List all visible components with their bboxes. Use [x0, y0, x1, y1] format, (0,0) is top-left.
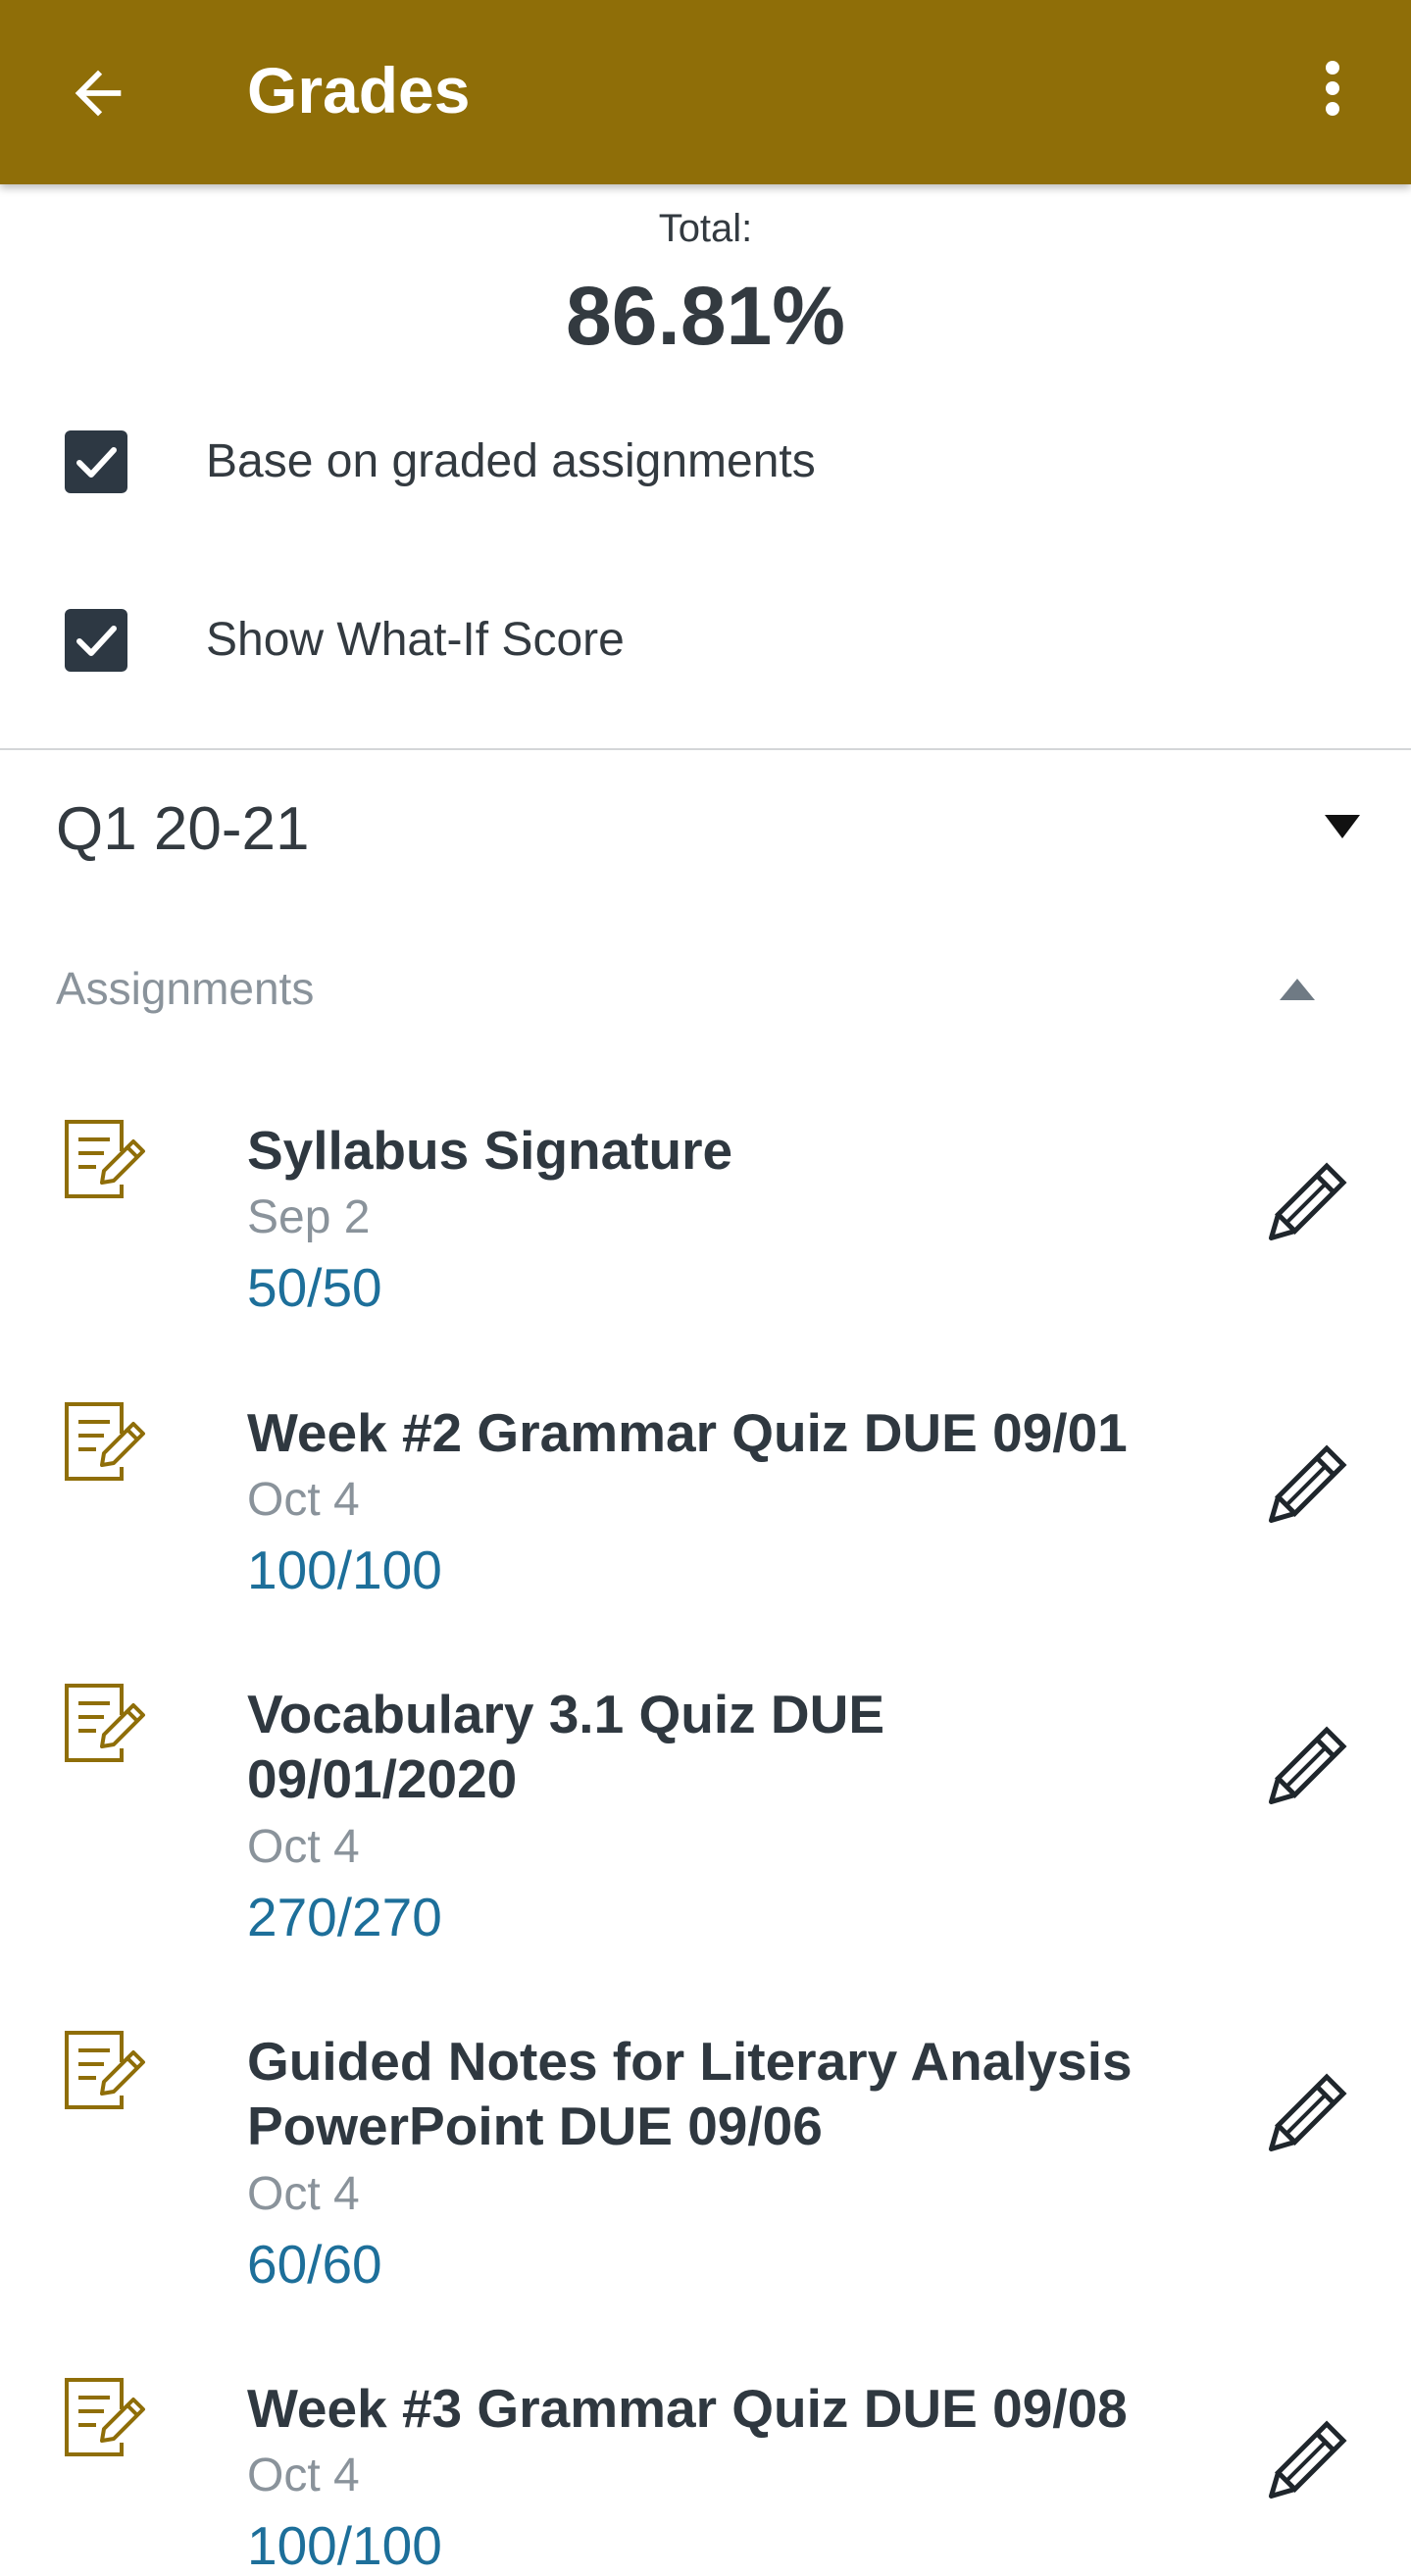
edit-score-button[interactable]: [1254, 2415, 1352, 2513]
pencil-icon: [1268, 1444, 1347, 1524]
assignment-title: Syllabus Signature: [247, 1120, 733, 1181]
pencil-icon: [1268, 2420, 1347, 2500]
assignment-title: Vocabulary 3.1 Quiz DUE 09/01/2020: [247, 1684, 885, 1809]
pencil-icon: [1268, 1726, 1347, 1805]
check-icon: [76, 447, 117, 478]
more-options-button[interactable]: [1284, 44, 1382, 142]
more-vert-icon: [1326, 61, 1339, 116]
assignment-date: Oct 4: [247, 2168, 360, 2220]
checkbox-checked[interactable]: [65, 609, 127, 672]
assignment-score: 100/100: [247, 1540, 442, 1600]
assignment-title: Guided Notes for Literary Analysis Power…: [247, 2031, 1133, 2156]
assignment-doc-icon: [61, 2027, 151, 2117]
assignments-section-header[interactable]: Assignments: [0, 951, 1411, 1030]
assignment-date: Oct 4: [247, 1474, 360, 1526]
page-title: Grades: [247, 54, 471, 126]
edit-score-button[interactable]: [1254, 1157, 1352, 1255]
checkbox-checked[interactable]: [65, 430, 127, 493]
document-edit-icon: [65, 1402, 145, 1481]
assignment-title: Week #3 Grammar Quiz DUE 09/08: [247, 2378, 1128, 2439]
assignment-doc-icon: [61, 1398, 151, 1489]
divider: [0, 748, 1411, 750]
assignment-item[interactable]: Week #3 Grammar Quiz DUE 09/08 Oct 4 100…: [0, 2347, 1411, 2576]
total-grade-value: 86.81%: [566, 270, 845, 362]
edit-score-button[interactable]: [1254, 1721, 1352, 1819]
check-icon: [76, 626, 117, 656]
pencil-icon: [1268, 2073, 1347, 2152]
base-on-graded-option[interactable]: Base on graded assignments: [0, 402, 1411, 520]
show-what-if-option[interactable]: Show What-If Score: [0, 581, 1411, 698]
term-selected-value: Q1 20-21: [56, 795, 310, 863]
term-dropdown[interactable]: Q1 20-21: [0, 765, 1411, 892]
assignment-item[interactable]: Vocabulary 3.1 Quiz DUE 09/01/2020 Oct 4…: [0, 1652, 1411, 1961]
assignment-score: 270/270: [247, 1887, 442, 1947]
back-button[interactable]: [49, 44, 147, 142]
checkbox-label: Show What-If Score: [206, 614, 625, 666]
assignment-score: 60/60: [247, 2234, 382, 2295]
assignment-date: Sep 2: [247, 1191, 371, 1243]
document-edit-icon: [65, 1120, 145, 1198]
assignment-score: 100/100: [247, 2515, 442, 2576]
app-bar: Grades: [0, 0, 1411, 184]
assignment-doc-icon: [61, 1116, 151, 1206]
pencil-icon: [1268, 1162, 1347, 1241]
checkbox-label: Base on graded assignments: [206, 435, 816, 487]
assignment-item[interactable]: Week #2 Grammar Quiz DUE 09/01 Oct 4 100…: [0, 1371, 1411, 1616]
collapse-caret-icon: [1280, 979, 1315, 1000]
document-edit-icon: [65, 2378, 145, 2456]
arrow-back-icon: [75, 70, 122, 117]
section-title: Assignments: [56, 963, 315, 1014]
total-label: Total:: [658, 207, 753, 250]
assignment-score: 50/50: [247, 1257, 382, 1318]
assignment-doc-icon: [61, 1680, 151, 1770]
assignment-date: Oct 4: [247, 2450, 360, 2501]
edit-score-button[interactable]: [1254, 2068, 1352, 2166]
assignment-item[interactable]: Guided Notes for Literary Analysis Power…: [0, 1999, 1411, 2308]
assignment-date: Oct 4: [247, 1821, 360, 1873]
assignment-doc-icon: [61, 2374, 151, 2464]
dropdown-caret-icon: [1325, 815, 1360, 838]
document-edit-icon: [65, 2031, 145, 2109]
assignment-title: Week #2 Grammar Quiz DUE 09/01: [247, 1402, 1128, 1463]
edit-score-button[interactable]: [1254, 1440, 1352, 1538]
document-edit-icon: [65, 1684, 145, 1762]
assignment-item[interactable]: Syllabus Signature Sep 2 50/50: [0, 1088, 1411, 1334]
